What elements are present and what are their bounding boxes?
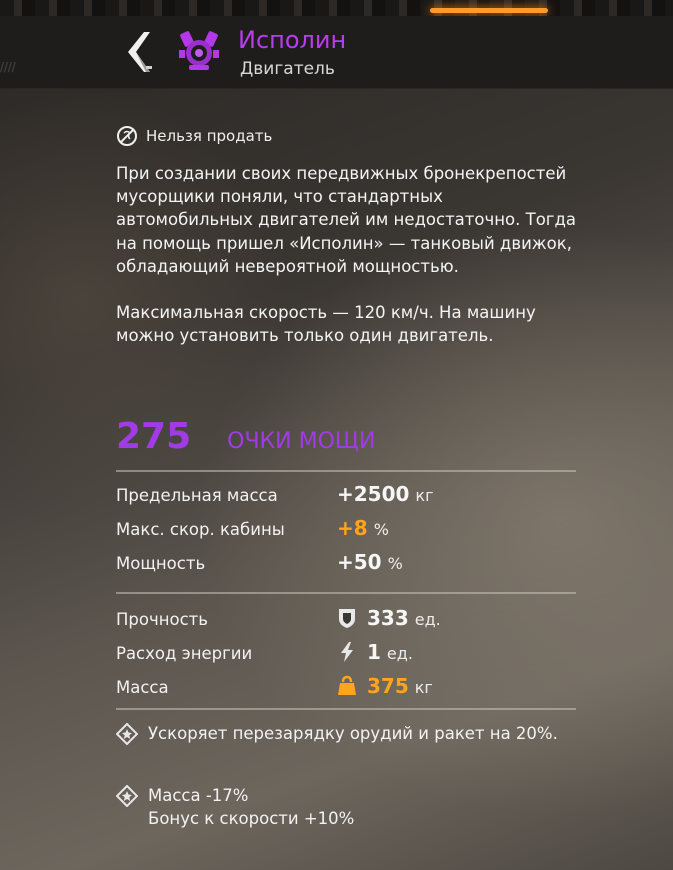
stat-unit: кг (415, 486, 434, 505)
param-row-durability: Прочность 333 ед. (116, 606, 576, 636)
no-sell-icon (117, 126, 137, 146)
param-value: 375 (367, 674, 409, 698)
bonus-diamond-icon (116, 785, 138, 807)
lightning-icon (341, 642, 353, 662)
weight-icon (338, 675, 356, 695)
param-unit: кг (414, 678, 433, 697)
chevron-left-icon (128, 32, 152, 72)
shield-icon (339, 609, 355, 628)
item-header: / / / / Исполин Двигатель (0, 16, 673, 89)
back-button[interactable] (118, 26, 158, 78)
bonus-text: Ускоряет перезарядку орудий и ракет на 2… (148, 724, 558, 743)
divider (116, 592, 576, 594)
param-value: 333 (367, 606, 409, 630)
param-name: Масса (116, 678, 169, 697)
stat-unit: % (373, 520, 389, 539)
description-paragraph: При создании своих передвижных бронекреп… (116, 164, 576, 276)
not-sellable-note: Нельзя продать (116, 123, 272, 149)
stat-row-power: Мощность +50 % (116, 550, 576, 580)
stat-unit: % (387, 554, 403, 573)
param-unit: ед. (386, 644, 413, 663)
stat-name: Предельная масса (116, 486, 278, 505)
stat-row-max-mass: Предельная масса +2500 кг (116, 482, 576, 512)
stat-row-cabin-speed: Макс. скор. кабины +8 % (116, 516, 576, 546)
item-title: Исполин (238, 26, 347, 54)
item-type: Двигатель (240, 59, 335, 79)
param-name: Прочность (116, 610, 209, 629)
header-decor: / / / / (0, 60, 16, 74)
bonus-diamond-icon (116, 723, 138, 745)
stat-value: +50 (337, 550, 382, 574)
stat-value: +8 (337, 516, 368, 540)
stat-value: +2500 (337, 482, 410, 506)
item-description: При создании своих передвижных бронекреп… (116, 162, 576, 347)
param-row-mass: Масса 375 кг (116, 674, 576, 704)
param-name: Расход энергии (116, 644, 253, 663)
power-points-label: ОЧКИ МОЩИ (227, 429, 376, 454)
divider (116, 470, 576, 472)
top-decor-strip (0, 0, 673, 16)
param-row-energy: Расход энергии 1 ед. (116, 640, 576, 670)
bonus-text: Масса -17% (148, 786, 249, 805)
param-value: 1 (367, 640, 381, 664)
stat-name: Мощность (116, 554, 206, 573)
not-sellable-label: Нельзя продать (146, 127, 273, 145)
description-paragraph: Максимальная скорость — 120 км/ч. На маш… (116, 303, 536, 346)
stat-name: Макс. скор. кабины (116, 520, 285, 539)
power-points-value: 275 (116, 416, 192, 457)
active-tab-indicator (430, 8, 548, 13)
divider (116, 708, 576, 710)
engine-icon (176, 28, 222, 74)
power-points: 275 ОЧКИ МОЩИ (116, 416, 375, 462)
bonus-text: Бонус к скорости +10% (148, 809, 355, 828)
param-unit: ед. (414, 610, 441, 629)
